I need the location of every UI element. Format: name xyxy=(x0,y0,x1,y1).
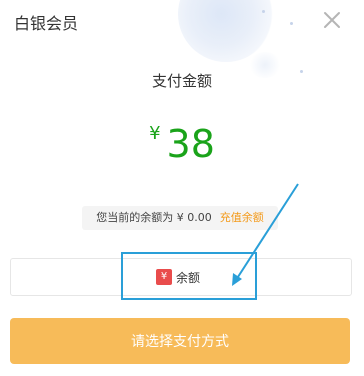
submit-button[interactable]: 请选择支付方式 xyxy=(10,318,350,364)
star-decoration xyxy=(262,10,265,13)
star-decoration xyxy=(290,22,293,25)
close-icon[interactable] xyxy=(320,8,344,32)
balance-info: 您当前的余额为 ¥ 0.00 充值余额 xyxy=(82,206,278,230)
payment-amount: ¥38 xyxy=(0,122,364,166)
amount-value: 38 xyxy=(166,122,215,166)
highlight-box xyxy=(121,252,257,300)
recharge-link[interactable]: 充值余额 xyxy=(220,211,264,224)
dialog-title: 白银会员 xyxy=(14,14,79,33)
payment-dialog: 白银会员 支付金额 ¥38 您当前的余额为 ¥ 0.00 充值余额 ¥ 余额 请选… xyxy=(0,0,364,376)
balance-text: 您当前的余额为 ¥ 0.00 xyxy=(96,211,212,224)
currency-symbol: ¥ xyxy=(149,123,161,144)
amount-label: 支付金额 xyxy=(151,72,212,90)
